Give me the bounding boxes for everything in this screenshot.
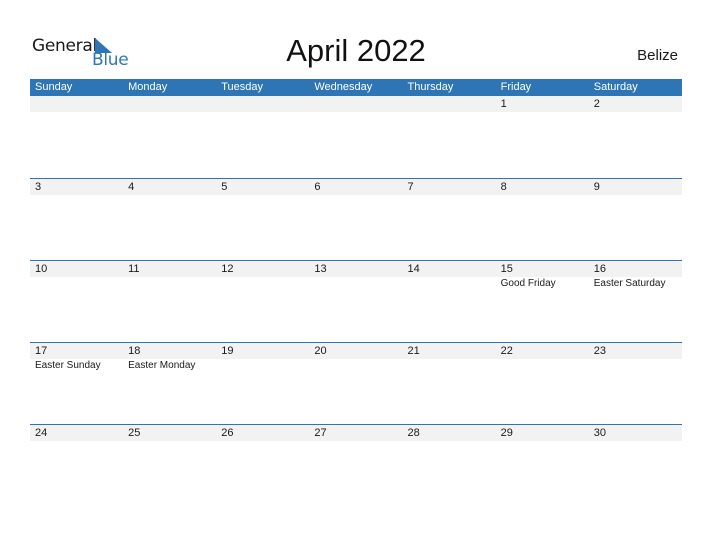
day-number: 25 [128, 427, 141, 439]
day-number: 5 [221, 181, 228, 193]
day-number: 17 [35, 345, 48, 357]
date-strip: 12 [30, 96, 682, 112]
weekday-monday: Monday [128, 81, 168, 93]
date-strip: 10 11 12 13 14 15 16 [30, 261, 682, 277]
day-number: 10 [35, 263, 48, 275]
weekday-wednesday: Wednesday [314, 81, 373, 93]
weekday-tuesday: Tuesday [221, 81, 264, 93]
page-title: April 2022 [286, 33, 426, 68]
country-label: Belize [637, 47, 678, 64]
events-row: Good Friday Easter Saturday [30, 277, 682, 291]
date-strip: 17 18 19 20 21 22 23 [30, 343, 682, 359]
day-number: 23 [593, 345, 606, 357]
day-number: 14 [407, 263, 420, 275]
day-number: 27 [314, 427, 327, 439]
holiday-label [496, 359, 589, 373]
holiday-label [30, 277, 123, 291]
day-number: 22 [500, 345, 513, 357]
day-number: 1 [500, 98, 507, 110]
holiday-label: Easter Sunday [35, 360, 101, 371]
day-number [216, 96, 309, 112]
day-number: 15 [500, 263, 513, 275]
weekday-saturday: Saturday [593, 81, 638, 93]
day-number: 13 [314, 263, 327, 275]
day-number: 29 [500, 427, 513, 439]
weekday-sunday: Sunday [35, 81, 73, 93]
day-number: 3 [35, 181, 42, 193]
calendar-grid: Sunday Monday Tuesday Wednesday Thursday… [30, 79, 682, 506]
day-number: 9 [593, 181, 600, 193]
holiday-label: Easter Saturday [593, 278, 666, 289]
holiday-label [589, 359, 682, 373]
holiday-label [403, 277, 496, 291]
day-number: 18 [128, 345, 141, 357]
day-number [123, 96, 216, 112]
day-number: 24 [35, 427, 48, 439]
day-number [309, 96, 402, 112]
day-number: 2 [593, 98, 600, 110]
weekday-thursday: Thursday [407, 81, 454, 93]
day-number: 16 [593, 263, 606, 275]
day-number: 6 [314, 181, 321, 193]
holiday-label: Easter Monday [128, 360, 196, 371]
day-number: 12 [221, 263, 234, 275]
holiday-label [309, 359, 402, 373]
day-number: 8 [500, 181, 507, 193]
holiday-label [309, 277, 402, 291]
day-number [403, 96, 496, 112]
weekday-friday: Friday [500, 81, 532, 93]
week-row: 10 11 12 13 14 15 16 Good Friday Easter Saturday [30, 260, 682, 342]
week-row: 12 [30, 96, 682, 178]
day-number: 21 [407, 345, 420, 357]
date-strip: 24 25 26 27 28 29 30 [30, 425, 682, 441]
day-number: 7 [407, 181, 414, 193]
week-row: 3 4 5 6 7 8 9 [30, 178, 682, 260]
week-row: 17 18 19 20 21 22 23 Easter Sunday Easter Monday [30, 342, 682, 424]
holiday-label: Good Friday [500, 278, 556, 289]
day-number: 26 [221, 427, 234, 439]
holiday-label [216, 277, 309, 291]
events-row: Easter Sunday Easter Monday [30, 359, 682, 373]
day-number: 20 [314, 345, 327, 357]
day-number [30, 96, 123, 112]
holiday-label [403, 359, 496, 373]
week-row: 24 25 26 27 28 29 30 [30, 424, 682, 506]
day-number: 28 [407, 427, 420, 439]
day-number: 19 [221, 345, 234, 357]
day-number: 11 [128, 263, 140, 275]
holiday-label [216, 359, 309, 373]
day-number: 30 [593, 427, 606, 439]
weekday-header: Sunday Monday Tuesday Wednesday Thursday… [30, 79, 682, 96]
holiday-label [123, 277, 216, 291]
day-number: 4 [128, 181, 135, 193]
date-strip: 3 4 5 6 7 8 9 [30, 179, 682, 195]
